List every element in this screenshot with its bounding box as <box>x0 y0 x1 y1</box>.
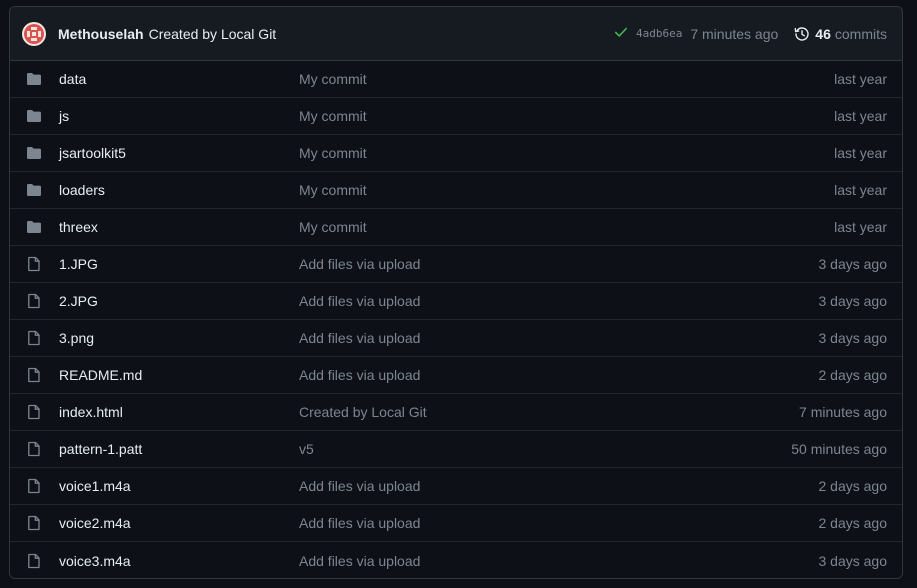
file-name-link[interactable]: data <box>59 71 299 87</box>
commit-message-link[interactable]: My commit <box>299 182 834 198</box>
commit-message-link[interactable]: Add files via upload <box>299 478 819 494</box>
commit-message-link[interactable]: Add files via upload <box>299 293 819 309</box>
commit-age: 3 days ago <box>818 256 888 272</box>
commit-age: 7 minutes ago <box>799 404 887 420</box>
commit-message-link[interactable]: Created by Local Git <box>299 404 799 420</box>
check-icon[interactable] <box>614 25 628 42</box>
folder-icon <box>26 71 42 87</box>
file-row[interactable]: js My commit last year <box>10 98 902 135</box>
commit-message-link[interactable]: My commit <box>299 219 834 235</box>
file-name-link[interactable]: jsartoolkit5 <box>59 145 299 161</box>
commit-message-link[interactable]: My commit <box>299 71 834 87</box>
commit-author[interactable]: Methouselah <box>58 26 144 42</box>
commit-message-link[interactable]: Add files via upload <box>299 256 819 272</box>
commit-age: 3 days ago <box>818 293 888 309</box>
file-row[interactable]: README.md Add files via upload 2 days ago <box>10 357 902 394</box>
commit-time: 7 minutes ago <box>690 25 779 42</box>
commit-age: last year <box>834 219 887 235</box>
commit-age: 3 days ago <box>818 552 888 569</box>
file-row[interactable]: data My commit last year <box>10 61 902 98</box>
file-icon <box>26 330 42 346</box>
commits-label[interactable]: commits <box>835 26 887 42</box>
folder-icon <box>26 182 42 198</box>
file-icon <box>26 441 42 457</box>
file-name-link[interactable]: voice1.m4a <box>59 478 299 494</box>
folder-icon <box>26 219 42 235</box>
folder-icon <box>26 145 42 161</box>
file-name-link[interactable]: 1.JPG <box>59 256 299 272</box>
file-list: data My commit last year js My commit last ye… <box>10 61 902 578</box>
commit-age: last year <box>834 145 887 161</box>
commit-age: last year <box>834 182 887 198</box>
latest-commit-message[interactable]: Created by Local Git <box>149 26 277 42</box>
file-icon <box>26 515 42 531</box>
folder-icon <box>26 108 42 124</box>
commit-message-link[interactable]: Add files via upload <box>299 515 819 531</box>
avatar[interactable] <box>22 21 46 46</box>
file-icon <box>26 553 42 569</box>
commit-sha[interactable]: 4adb6ea <box>636 27 682 40</box>
file-row[interactable]: loaders My commit last year <box>10 172 902 209</box>
file-row[interactable]: voice3.m4a Add files via upload 3 days ago <box>10 542 902 578</box>
file-name-link[interactable]: voice3.m4a <box>59 553 299 569</box>
commit-message-link[interactable]: My commit <box>299 108 834 124</box>
file-browser: Methouselah Created by Local Git 4adb6ea… <box>9 6 903 579</box>
file-name-link[interactable]: loaders <box>59 182 299 198</box>
file-icon <box>26 367 42 383</box>
file-name-link[interactable]: pattern-1.patt <box>59 441 299 457</box>
file-icon <box>26 256 42 272</box>
commit-age: last year <box>834 108 887 124</box>
file-row[interactable]: threex My commit last year <box>10 209 902 246</box>
commit-age: 2 days ago <box>818 515 888 531</box>
commit-age: 50 minutes ago <box>791 441 887 457</box>
commit-message-link[interactable]: Add files via upload <box>299 553 819 569</box>
commit-age: 2 days ago <box>818 478 888 494</box>
commit-count[interactable]: 46 <box>815 26 831 42</box>
commit-message-link[interactable]: My commit <box>299 145 834 161</box>
file-name-link[interactable]: voice2.m4a <box>59 515 299 531</box>
file-icon <box>26 293 42 309</box>
file-row[interactable]: 1.JPG Add files via upload 3 days ago <box>10 246 902 283</box>
commit-message-link[interactable]: Add files via upload <box>299 367 819 383</box>
file-row[interactable]: 2.JPG Add files via upload 3 days ago <box>10 283 902 320</box>
commit-age: 3 days ago <box>818 330 888 346</box>
file-row[interactable]: voice2.m4a Add files via upload 2 days ago <box>10 505 902 542</box>
file-icon <box>26 478 42 494</box>
file-name-link[interactable]: README.md <box>59 367 299 383</box>
file-icon <box>26 404 42 420</box>
commit-message-link[interactable]: Add files via upload <box>299 330 819 346</box>
file-name-link[interactable]: index.html <box>59 404 299 420</box>
commit-message-link[interactable]: v5 <box>299 441 791 457</box>
file-name-link[interactable]: 3.png <box>59 330 299 346</box>
file-row[interactable]: 3.png Add files via upload 3 days ago <box>10 320 902 357</box>
latest-commit-bar: Methouselah Created by Local Git 4adb6ea… <box>10 7 902 61</box>
commit-age: last year <box>834 71 887 87</box>
file-name-link[interactable]: threex <box>59 219 299 235</box>
history-icon[interactable] <box>794 26 810 42</box>
file-row[interactable]: voice1.m4a Add files via upload 2 days ago <box>10 468 902 505</box>
file-name-link[interactable]: 2.JPG <box>59 293 299 309</box>
file-name-link[interactable]: js <box>59 108 299 124</box>
commit-age: 2 days ago <box>818 367 888 383</box>
file-row[interactable]: jsartoolkit5 My commit last year <box>10 135 902 172</box>
file-row[interactable]: index.html Created by Local Git 7 minutes … <box>10 394 902 431</box>
file-row[interactable]: pattern-1.patt v5 50 minutes ago <box>10 431 902 468</box>
